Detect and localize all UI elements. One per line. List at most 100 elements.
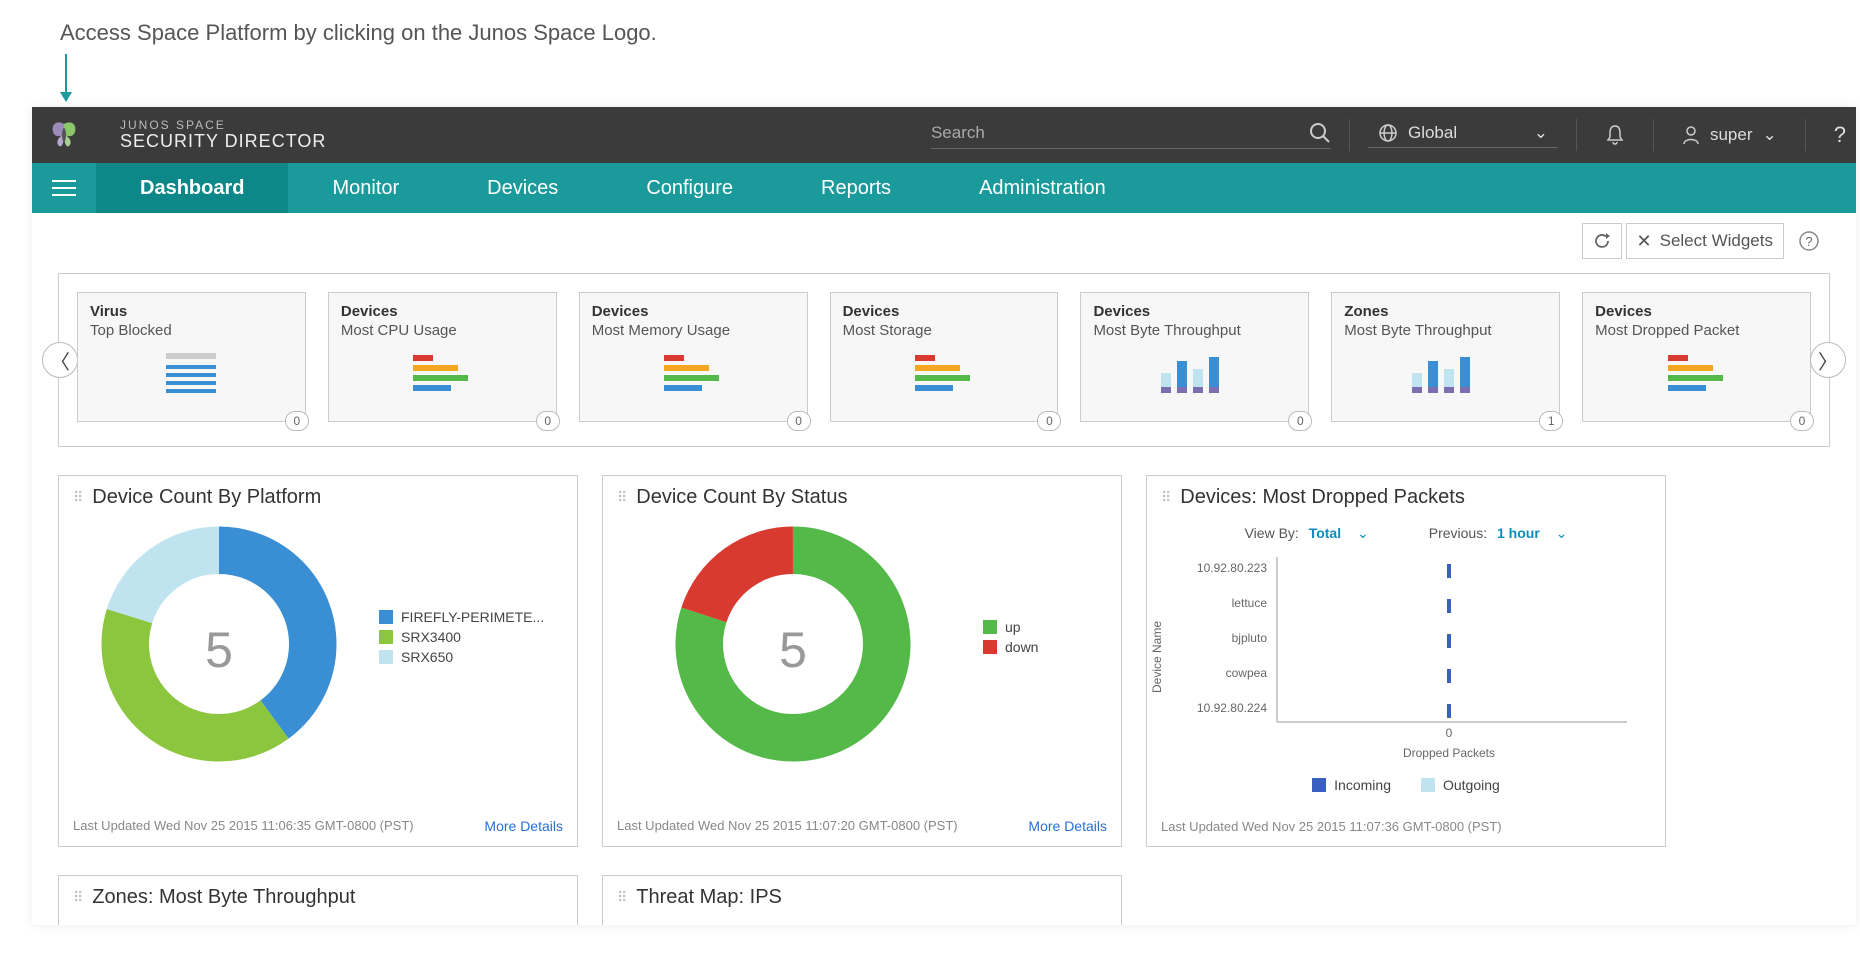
more-details-link[interactable]: More Details (1028, 818, 1107, 834)
widget-card[interactable]: DevicesMost Memory Usage0 (579, 292, 808, 422)
chevron-down-icon: ⌄ (1357, 525, 1369, 541)
widget-count-badge: 0 (536, 411, 560, 431)
view-by-label: View By: (1245, 525, 1299, 541)
more-details-link[interactable]: More Details (484, 818, 563, 834)
legend-label: Outgoing (1443, 777, 1500, 793)
widget-count-badge: 1 (1539, 411, 1563, 431)
nav-tab-reports[interactable]: Reports (777, 163, 935, 213)
user-menu[interactable]: super ⌄ (1672, 125, 1787, 145)
scope-selector[interactable]: Global ⌄ (1368, 123, 1558, 148)
junos-space-logo[interactable] (32, 107, 96, 163)
y-tick: 10.92.80.224 (1197, 701, 1267, 715)
drag-handle-icon[interactable]: ⠿ (617, 889, 626, 906)
drag-handle-icon[interactable]: ⠿ (73, 489, 82, 506)
donut-chart: 5 (643, 519, 943, 769)
widget-thumb-icon (843, 351, 1046, 395)
annotation-text: Access Space Platform by clicking on the… (0, 0, 1860, 46)
legend-label: up (1005, 619, 1021, 635)
search-wrap[interactable] (931, 122, 1331, 149)
y-axis-label: Device Name (1150, 621, 1164, 693)
legend-item: down (983, 639, 1038, 655)
close-icon: ✕ (1637, 231, 1652, 252)
widget-card[interactable]: ZonesMost Byte Throughput1 (1331, 292, 1560, 422)
toolbar-help-button[interactable]: ? (1788, 223, 1830, 259)
search-input[interactable] (931, 123, 1309, 143)
drag-handle-icon[interactable]: ⠿ (1161, 489, 1170, 506)
drag-handle-icon[interactable]: ⠿ (617, 489, 626, 506)
widget-card[interactable]: DevicesMost Byte Throughput0 (1080, 292, 1309, 422)
panel-title: Device Count By Platform (92, 486, 321, 509)
search-icon[interactable] (1309, 122, 1331, 144)
last-updated: Last Updated Wed Nov 25 2015 11:07:36 GM… (1161, 819, 1502, 834)
notifications-button[interactable] (1595, 124, 1635, 146)
help-button[interactable]: ? (1824, 122, 1856, 148)
refresh-icon (1593, 232, 1611, 250)
widget-subtitle: Most Storage (843, 322, 1046, 339)
widget-thumb-icon (1093, 351, 1296, 395)
widget-count-badge: 0 (285, 411, 309, 431)
legend-item: Outgoing (1421, 777, 1500, 793)
legend-label: SRX3400 (401, 629, 461, 645)
hamburger-menu[interactable] (32, 179, 96, 197)
panel-body: Device Name 10.92.80.223 lettuce bjpluto… (1147, 542, 1665, 772)
widget-category: Devices (1595, 303, 1798, 320)
drag-handle-icon[interactable]: ⠿ (73, 889, 82, 906)
legend-item: FIREFLY-PERIMETE... (379, 609, 544, 625)
previous-value: 1 hour (1497, 525, 1540, 541)
hamburger-icon (52, 179, 76, 197)
select-widgets-button[interactable]: ✕ Select Widgets (1626, 223, 1784, 259)
nav-tab-monitor[interactable]: Monitor (288, 163, 443, 213)
chart-legend: Incoming Outgoing (1147, 777, 1665, 797)
scope-label: Global (1408, 123, 1457, 143)
last-updated: Last Updated Wed Nov 25 2015 11:06:35 GM… (73, 818, 414, 834)
widget-thumb-icon (592, 351, 795, 395)
chart-legend: FIREFLY-PERIMETE... SRX3400 SRX650 (379, 609, 544, 669)
widget-card[interactable]: VirusTop Blocked0 (77, 292, 306, 422)
panel-most-dropped-packets: ⠿ Devices: Most Dropped Packets View By:… (1146, 475, 1666, 847)
question-icon: ? (1798, 230, 1820, 252)
x-tick: 0 (1446, 726, 1453, 740)
widget-category: Devices (341, 303, 544, 320)
separator (1805, 119, 1806, 151)
panel-threat-map-ips: ⠿ Threat Map: IPS (602, 875, 1122, 925)
view-by-selector[interactable]: View By: Total ⌄ (1245, 525, 1369, 542)
chevron-down-icon: ⌄ (1534, 123, 1548, 143)
legend-item: Incoming (1312, 777, 1391, 793)
last-updated: Last Updated Wed Nov 25 2015 11:07:20 GM… (617, 818, 958, 834)
carousel-prev-button[interactable]: 〈 (42, 342, 78, 378)
separator (1349, 119, 1350, 151)
widget-count-badge: 0 (1037, 411, 1061, 431)
separator (1576, 119, 1577, 151)
widget-card[interactable]: DevicesMost Storage0 (830, 292, 1059, 422)
nav-tab-devices[interactable]: Devices (443, 163, 602, 213)
panels-row-1: ⠿ Device Count By Platform 5 FIREFLY-PER… (58, 475, 1830, 847)
widget-thumb-icon (1595, 351, 1798, 395)
donut-center-value: 5 (205, 622, 233, 678)
donut-center-value: 5 (779, 622, 807, 678)
previous-label: Previous: (1429, 525, 1487, 541)
widget-carousel: 〈 VirusTop Blocked0DevicesMost CPU Usage… (58, 273, 1830, 447)
panel-title: Devices: Most Dropped Packets (1180, 486, 1465, 509)
carousel-track: VirusTop Blocked0DevicesMost CPU Usage0D… (58, 273, 1830, 447)
panel-body: 5 FIREFLY-PERIMETE... SRX3400 SRX650 (59, 519, 577, 831)
refresh-button[interactable] (1582, 223, 1622, 259)
legend-item: SRX650 (379, 649, 544, 665)
svg-text:?: ? (1805, 234, 1812, 249)
chevron-left-icon: 〈 (50, 346, 70, 375)
panel-zones-byte-throughput: ⠿ Zones: Most Byte Throughput (58, 875, 578, 925)
nav-tab-administration[interactable]: Administration (935, 163, 1150, 213)
previous-selector[interactable]: Previous: 1 hour ⌄ (1429, 525, 1568, 542)
panel-device-count-by-platform: ⠿ Device Count By Platform 5 FIREFLY-PER… (58, 475, 578, 847)
widget-subtitle: Most Byte Throughput (1093, 322, 1296, 339)
panel-title: Zones: Most Byte Throughput (92, 886, 355, 909)
carousel-next-button[interactable]: 〉 (1810, 342, 1846, 378)
nav-tab-dashboard[interactable]: Dashboard (96, 163, 288, 213)
nav-tab-configure[interactable]: Configure (602, 163, 777, 213)
panel-body: 5 up down (603, 519, 1121, 831)
widget-card[interactable]: DevicesMost Dropped Packet0 (1582, 292, 1811, 422)
panel-controls: View By: Total ⌄ Previous: 1 hour ⌄ (1147, 525, 1665, 542)
widget-card[interactable]: DevicesMost CPU Usage0 (328, 292, 557, 422)
widget-category: Virus (90, 303, 293, 320)
y-tick: 10.92.80.223 (1197, 561, 1267, 575)
chart-legend: up down (983, 619, 1038, 659)
